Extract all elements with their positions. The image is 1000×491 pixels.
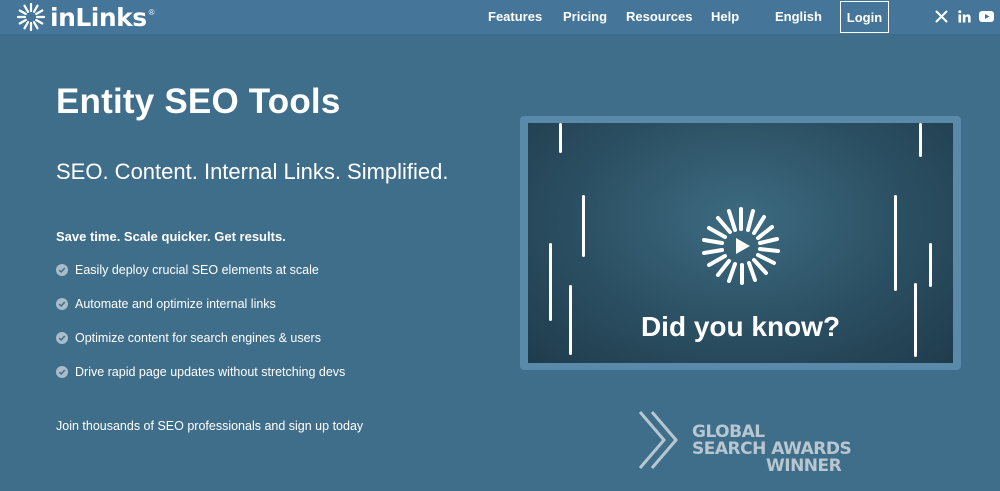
feature-item: Automate and optimize internal links xyxy=(56,297,276,311)
login-button[interactable]: Login xyxy=(840,1,889,33)
global-search-awards-badge: GLOBAL SEARCH AWARDS WINNER xyxy=(634,404,854,476)
feature-item: Easily deploy crucial SEO elements at sc… xyxy=(56,263,319,277)
nav-item-pricing[interactable]: Pricing xyxy=(563,9,607,24)
nav-item-resources[interactable]: Resources xyxy=(626,9,692,24)
check-circle-icon xyxy=(56,332,68,344)
play-icon[interactable] xyxy=(700,205,782,287)
top-navbar: inLinks ® Features Pricing Resources Hel… xyxy=(0,0,1000,34)
inlinks-burst-icon xyxy=(16,2,46,32)
page-title: Entity SEO Tools xyxy=(56,82,341,121)
nav-item-features[interactable]: Features xyxy=(488,9,542,24)
feature-text: Easily deploy crucial SEO elements at sc… xyxy=(75,263,319,277)
linkedin-icon[interactable] xyxy=(956,8,972,24)
feature-item: Optimize content for search engines & us… xyxy=(56,331,321,345)
video-caption: Did you know? xyxy=(640,311,841,342)
feature-item: Drive rapid page updates without stretch… xyxy=(56,365,345,379)
registered-mark: ® xyxy=(148,8,155,17)
x-icon[interactable] xyxy=(933,8,949,24)
feature-text: Optimize content for search engines & us… xyxy=(75,331,321,345)
check-circle-icon xyxy=(56,264,68,276)
brand-name: inLinks xyxy=(50,2,147,32)
hero-subtitle: SEO. Content. Internal Links. Simplified… xyxy=(56,159,449,184)
nav-item-help[interactable]: Help xyxy=(711,9,739,24)
hero-tagline: Save time. Scale quicker. Get results. xyxy=(56,229,286,244)
check-circle-icon xyxy=(56,298,68,310)
feature-text: Automate and optimize internal links xyxy=(75,297,276,311)
award-line-3: WINNER xyxy=(766,456,842,476)
brand-logo[interactable]: inLinks ® xyxy=(16,2,155,32)
award-chevron-icon xyxy=(638,411,678,469)
intro-video[interactable]: Did you know? xyxy=(528,123,953,363)
signup-cta-text: Join thousands of SEO professionals and … xyxy=(56,419,364,433)
feature-text: Drive rapid page updates without stretch… xyxy=(75,365,346,379)
youtube-icon[interactable] xyxy=(978,8,994,24)
check-circle-icon xyxy=(56,366,68,378)
language-selector[interactable]: English xyxy=(775,9,822,24)
